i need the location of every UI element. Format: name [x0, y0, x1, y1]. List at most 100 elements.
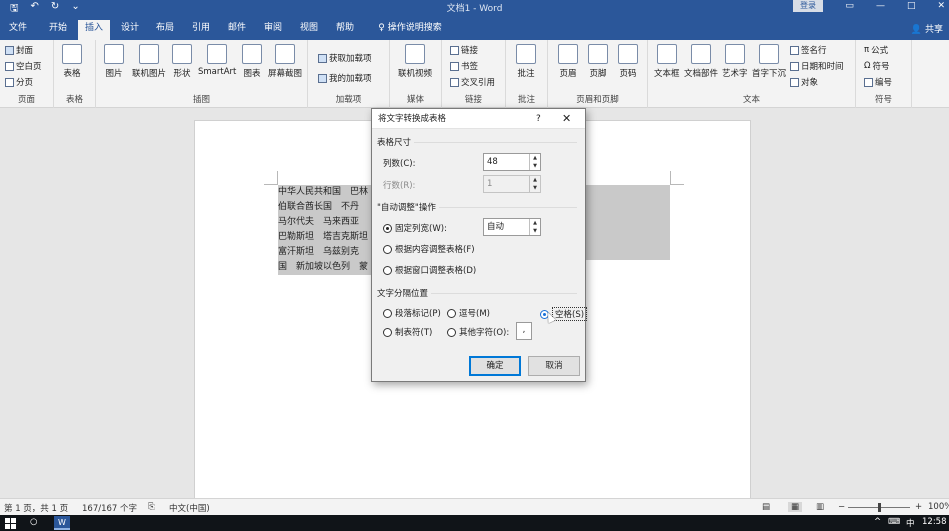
paragraph-mark-radio[interactable]: 段落标记(P) — [383, 307, 441, 319]
tab-review[interactable]: 审阅 — [257, 20, 289, 40]
tab-file[interactable]: 文件 — [4, 20, 32, 40]
get-addins-button[interactable]: 获取加载项 — [318, 52, 372, 64]
my-addins-button[interactable]: 我的加载项 — [318, 72, 372, 84]
tab-references[interactable]: 引用 — [185, 20, 217, 40]
tab-char-radio[interactable]: 制表符(T) — [383, 326, 432, 338]
header-icon — [558, 44, 578, 64]
page-break-button[interactable]: 分页 — [5, 76, 33, 88]
login-button[interactable]: 登录 — [793, 0, 823, 12]
wordart-button[interactable]: 艺术字 — [722, 44, 748, 79]
keyboard-icon[interactable]: ⌨ — [888, 517, 900, 527]
read-mode-icon[interactable]: ▤ — [762, 502, 770, 512]
group-label-tables: 表格 — [65, 95, 83, 105]
footer-button[interactable]: 页脚 — [588, 44, 608, 79]
omega-icon: Ω — [864, 61, 871, 71]
blank-page-icon — [5, 61, 14, 71]
word-count[interactable]: 167/167 个字 — [82, 502, 137, 514]
drop-cap-icon — [759, 44, 779, 64]
ribbon-display-icon[interactable]: ▭ — [845, 1, 854, 11]
separator-heading: 文字分隔位置 — [377, 289, 432, 299]
comment-button[interactable]: 批注 — [516, 44, 536, 79]
drop-cap-button[interactable]: 首字下沉 — [752, 44, 786, 79]
fixed-width-stepper[interactable]: 自动 ▲ ▼ — [483, 218, 541, 236]
tab-insert[interactable]: 插入 — [78, 20, 110, 40]
zoom-level[interactable]: 100% — [928, 502, 949, 512]
quick-parts-icon — [691, 44, 711, 64]
pictures-button[interactable]: 图片 — [104, 44, 124, 79]
cross-reference-button[interactable]: 交叉引用 — [450, 76, 495, 88]
date-time-button[interactable]: 日期和时间 — [790, 60, 844, 72]
blank-page-button[interactable]: 空白页 — [5, 60, 42, 72]
start-icon[interactable] — [5, 518, 16, 529]
equation-button[interactable]: π 公式 — [864, 44, 888, 56]
cancel-button[interactable]: 取消 — [528, 356, 580, 376]
minimize-icon[interactable]: — — [876, 1, 885, 11]
comma-radio[interactable]: 逗号(M) — [447, 307, 490, 319]
zoom-in-icon[interactable]: + — [915, 502, 922, 512]
bookmark-button[interactable]: 书签 — [450, 60, 478, 72]
tab-design[interactable]: 设计 — [114, 20, 146, 40]
zoom-slider-thumb[interactable] — [878, 503, 881, 512]
chart-button[interactable]: 图表 — [242, 44, 262, 79]
stepper-arrows-icon[interactable]: ▲ ▼ — [529, 219, 540, 235]
tab-home[interactable]: 开始 — [42, 20, 74, 40]
link-label: 链接 — [461, 46, 479, 56]
web-layout-icon[interactable]: ▥ — [816, 502, 824, 512]
object-button[interactable]: 对象 — [790, 76, 818, 88]
autofit-content-radio[interactable]: 根据内容调整表格(F) — [383, 243, 475, 255]
close-icon[interactable]: ✕ — [937, 1, 945, 11]
tab-layout[interactable]: 布局 — [149, 20, 181, 40]
header-button[interactable]: 页眉 — [558, 44, 578, 79]
table-button[interactable]: 表格 — [62, 44, 82, 79]
columns-stepper[interactable]: 48 ▲ ▼ — [483, 153, 541, 171]
columns-label: 列数(C): — [383, 159, 416, 169]
share-button[interactable]: 👤 共享 — [911, 22, 943, 35]
signature-line-button[interactable]: 签名行 — [790, 44, 827, 56]
symbol-button[interactable]: Ω 符号 — [864, 60, 890, 72]
online-video-button[interactable]: 联机视频 — [398, 44, 432, 79]
zoom-out-icon[interactable]: − — [838, 502, 845, 512]
autofit-window-radio[interactable]: 根据窗口调整表格(D) — [383, 264, 476, 276]
maximize-icon[interactable]: □ — [907, 1, 916, 11]
numbering-button[interactable]: 编号 — [864, 76, 892, 88]
header-label: 页眉 — [559, 69, 577, 79]
clock[interactable]: 12:58 — [922, 517, 947, 527]
shapes-button[interactable]: 形状 — [172, 44, 192, 79]
quick-parts-button[interactable]: 文档部件 — [684, 44, 718, 79]
search-icon[interactable]: ○ — [30, 517, 37, 527]
cover-page-button[interactable]: 封面 — [5, 44, 33, 56]
page-count[interactable]: 第 1 页，共 1 页 — [4, 502, 68, 514]
table-size-section: 表格尺寸 — [377, 136, 577, 148]
page-break-label: 分页 — [16, 78, 34, 88]
object-icon — [790, 77, 799, 87]
person-icon: 👤 — [910, 25, 923, 35]
close-icon[interactable]: ✕ — [562, 109, 571, 129]
other-char-input[interactable]: , — [516, 322, 532, 340]
other-char-radio[interactable]: 其他字符(O): — [447, 326, 509, 338]
link-button[interactable]: 链接 — [450, 44, 478, 56]
screenshot-button[interactable]: 屏幕截图 — [268, 44, 302, 79]
tab-mailings[interactable]: 邮件 — [221, 20, 253, 40]
stepper-arrows-icon[interactable]: ▲ ▼ — [529, 154, 540, 170]
ime-indicator[interactable]: 中 — [906, 517, 915, 529]
language-indicator[interactable]: 中文(中国) — [169, 502, 210, 514]
ok-button[interactable]: 确定 — [469, 356, 521, 376]
shapes-icon — [172, 44, 192, 64]
tray-chevron-icon[interactable]: ^ — [874, 517, 881, 527]
page-number-button[interactable]: 页码 — [618, 44, 638, 79]
separator-section: 文字分隔位置 — [377, 287, 577, 299]
tell-me-search[interactable]: ♀ 操作说明搜索 — [370, 20, 450, 40]
tab-help[interactable]: 帮助 — [329, 20, 361, 40]
smartart-button[interactable]: SmartArt — [198, 44, 236, 77]
help-icon[interactable]: ? — [536, 109, 541, 129]
rows-value: 1 — [487, 179, 493, 189]
fixed-width-radio[interactable]: 固定列宽(W): — [383, 222, 447, 234]
bookmark-label: 书签 — [461, 62, 479, 72]
autofit-heading: "自动调整"操作 — [377, 203, 439, 213]
proofing-icon[interactable]: ⎘ — [148, 502, 155, 512]
online-pictures-button[interactable]: 联机图片 — [132, 44, 166, 79]
tab-view[interactable]: 视图 — [293, 20, 325, 40]
text-box-button[interactable]: 文本框 — [654, 44, 680, 79]
print-layout-icon[interactable]: ▦ — [788, 502, 803, 512]
word-taskbar-icon[interactable]: W — [54, 516, 70, 530]
